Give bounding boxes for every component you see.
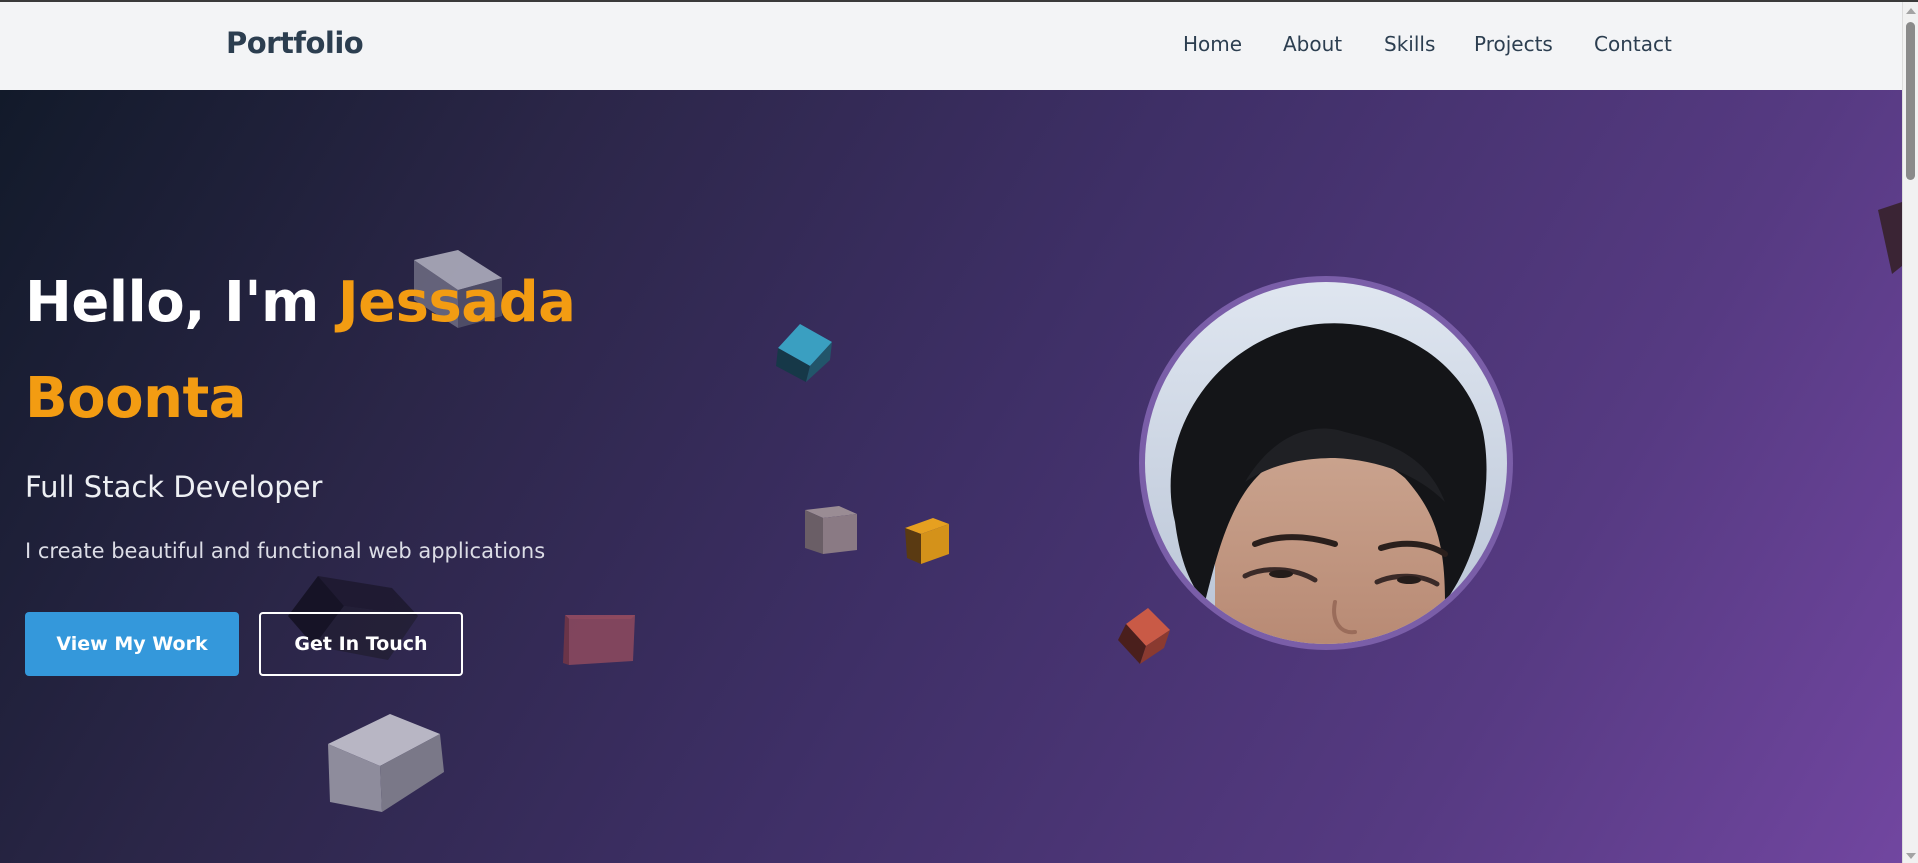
nav-link-skills[interactable]: Skills	[1384, 32, 1435, 56]
cube-decoration	[563, 615, 635, 665]
hero-tagline: I create beautiful and functional web ap…	[25, 539, 546, 563]
scroll-up-icon[interactable]	[1906, 8, 1916, 14]
profile-photo	[1145, 282, 1507, 644]
get-in-touch-button[interactable]: Get In Touch	[259, 612, 463, 676]
hero-role: Full Stack Developer	[25, 470, 323, 504]
profile-photo-image	[1145, 282, 1507, 644]
nav-link-projects[interactable]: Projects	[1474, 32, 1553, 56]
brand-logo[interactable]: Portfolio	[226, 26, 364, 60]
navbar: Portfolio Home About Skills Projects Con…	[0, 2, 1902, 91]
hero-headline: Hello, I'm Jessada Boonta	[25, 255, 665, 447]
cube-decoration	[905, 518, 949, 564]
page-scrollbar[interactable]	[1902, 2, 1918, 863]
cube-decoration	[776, 324, 832, 382]
cube-decoration	[328, 714, 444, 812]
cube-decoration	[1878, 202, 1902, 274]
nav-link-home[interactable]: Home	[1183, 32, 1242, 56]
cube-decoration	[805, 506, 857, 554]
scroll-down-icon[interactable]	[1906, 853, 1916, 859]
hero-section: Hello, I'm Jessada Boonta Full Stack Dev…	[0, 90, 1902, 863]
hero-greeting: Hello, I'm	[25, 270, 338, 335]
profile-photo-frame	[1139, 276, 1513, 650]
cube-decoration	[1118, 608, 1170, 664]
scrollbar-thumb[interactable]	[1906, 22, 1915, 180]
nav-link-contact[interactable]: Contact	[1594, 32, 1672, 56]
view-my-work-button[interactable]: View My Work	[25, 612, 239, 676]
nav-link-about[interactable]: About	[1283, 32, 1342, 56]
